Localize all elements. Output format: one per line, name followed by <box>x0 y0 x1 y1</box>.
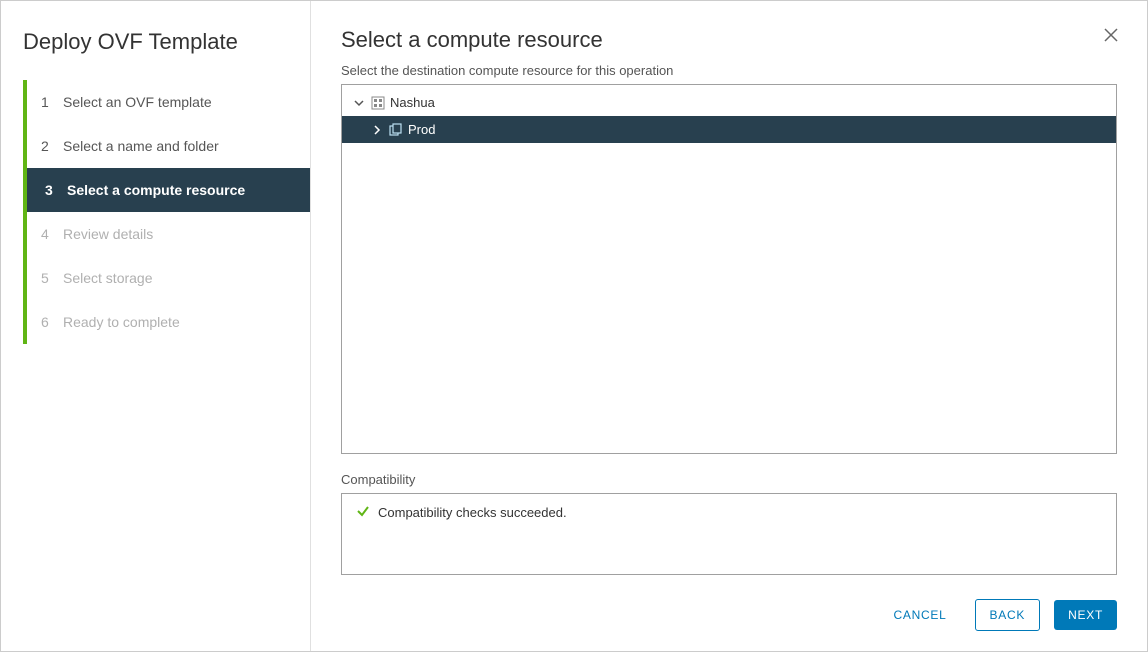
wizard-footer: CANCEL BACK NEXT <box>341 581 1117 631</box>
step-label: Review details <box>63 226 153 242</box>
chevron-right-icon[interactable] <box>370 125 384 135</box>
next-button[interactable]: NEXT <box>1054 600 1117 630</box>
compatibility-message-row: Compatibility checks succeeded. <box>356 504 1102 521</box>
compute-resource-tree: Nashua Prod <box>341 84 1117 454</box>
step-number: 5 <box>41 270 53 286</box>
step-label: Select an OVF template <box>63 94 212 110</box>
deploy-ovf-dialog: Deploy OVF Template 1 Select an OVF temp… <box>0 0 1148 652</box>
step-select-ovf-template[interactable]: 1 Select an OVF template <box>27 80 310 124</box>
step-ready-complete: 6 Ready to complete <box>27 300 310 344</box>
step-review-details: 4 Review details <box>27 212 310 256</box>
step-select-storage: 5 Select storage <box>27 256 310 300</box>
compatibility-box: Compatibility checks succeeded. <box>341 493 1117 575</box>
tree-node-label: Nashua <box>390 95 435 110</box>
page-subtitle: Select the destination compute resource … <box>341 63 1117 78</box>
step-select-compute-resource[interactable]: 3 Select a compute resource <box>23 168 310 212</box>
checkmark-icon <box>356 504 370 521</box>
step-number: 2 <box>41 138 53 154</box>
datacenter-icon <box>370 95 386 111</box>
step-number: 3 <box>45 182 57 198</box>
step-number: 1 <box>41 94 53 110</box>
tree-node-datacenter[interactable]: Nashua <box>342 89 1116 116</box>
step-label: Select storage <box>63 270 153 286</box>
step-number: 6 <box>41 314 53 330</box>
step-select-name-folder[interactable]: 2 Select a name and folder <box>27 124 310 168</box>
wizard-title: Deploy OVF Template <box>1 19 310 80</box>
wizard-steps: 1 Select an OVF template 2 Select a name… <box>23 80 310 344</box>
compatibility-label: Compatibility <box>341 472 1117 487</box>
step-label: Select a name and folder <box>63 138 219 154</box>
wizard-sidebar: Deploy OVF Template 1 Select an OVF temp… <box>1 1 311 651</box>
step-label: Ready to complete <box>63 314 180 330</box>
chevron-down-icon[interactable] <box>352 98 366 108</box>
cluster-icon <box>388 122 404 138</box>
close-icon <box>1103 27 1119 43</box>
cancel-button[interactable]: CANCEL <box>880 600 961 630</box>
step-number: 4 <box>41 226 53 242</box>
close-button[interactable] <box>1103 27 1119 46</box>
page-title: Select a compute resource <box>341 27 1117 53</box>
wizard-main: Select a compute resource Select the des… <box>311 1 1147 651</box>
back-button[interactable]: BACK <box>975 599 1041 631</box>
tree-node-cluster[interactable]: Prod <box>342 116 1116 143</box>
step-label: Select a compute resource <box>67 182 245 198</box>
tree-node-label: Prod <box>408 122 435 137</box>
compatibility-message: Compatibility checks succeeded. <box>378 505 567 520</box>
